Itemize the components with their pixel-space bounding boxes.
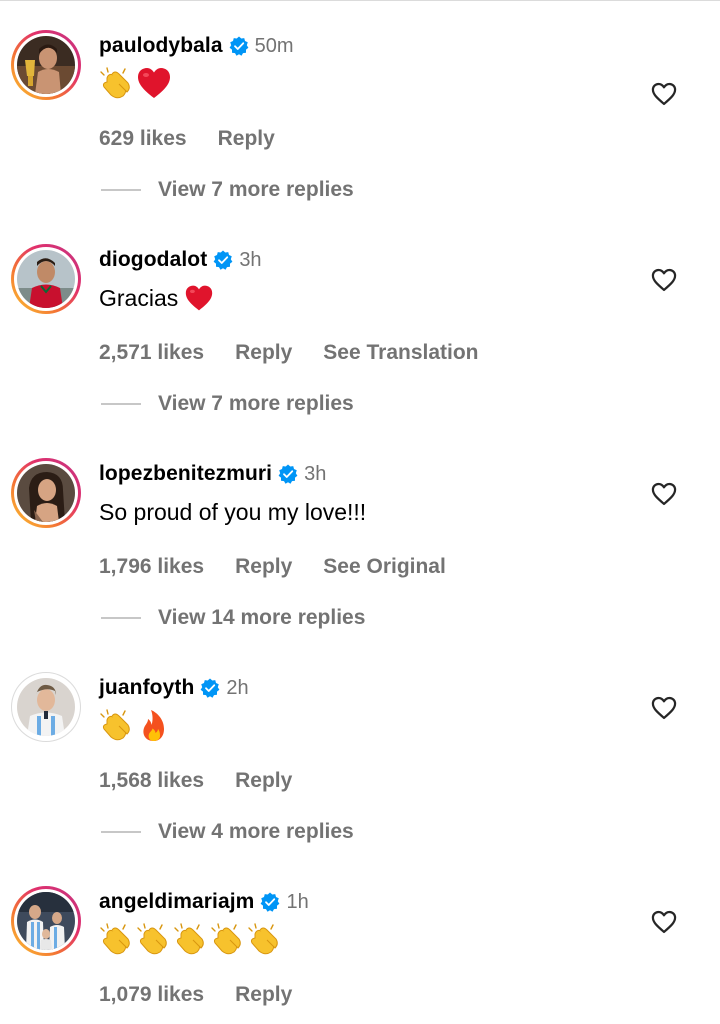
comment-angeldimariajm: angeldimariajm 1h 1,079 likes Reply [0,886,720,1006]
red-heart-icon [136,66,172,100]
replies-divider-line [101,403,141,405]
verified-badge-icon [213,250,233,270]
heart-outline-icon [651,82,677,106]
clapping-hands-icon [173,922,209,956]
avatar-image [17,36,75,94]
comment-text: So proud of you my love!!! [99,495,366,529]
view-replies-button[interactable]: View 7 more replies [101,175,354,205]
avatar-image [17,892,75,950]
reply-button[interactable]: Reply [218,127,275,151]
timestamp: 2h [226,676,249,699]
replies-divider-line [101,831,141,833]
reply-button[interactable]: Reply [235,555,292,579]
like-button[interactable] [650,80,678,108]
timestamp: 3h [304,462,327,485]
avatar[interactable] [11,244,81,314]
avatar[interactable] [11,886,81,956]
avatar[interactable] [11,458,81,528]
username[interactable]: paulodybala [99,34,223,58]
likes-count[interactable]: 1,796 likes [99,555,204,579]
view-replies-label: View 7 more replies [158,392,354,415]
clapping-hands-icon [136,922,172,956]
username[interactable]: juanfoyth [99,676,194,700]
like-button[interactable] [650,480,678,508]
heart-outline-icon [651,482,677,506]
like-button[interactable] [650,694,678,722]
clapping-hands-icon [247,922,283,956]
see-original-button[interactable]: See Original [323,555,446,579]
reply-button[interactable]: Reply [235,341,292,365]
username[interactable]: angeldimariajm [99,890,254,914]
view-replies-button[interactable]: View 14 more replies [101,603,365,633]
view-replies-button[interactable]: View 7 more replies [101,389,354,419]
comment-meta: 629 likes Reply [99,124,306,154]
timestamp: 3h [239,248,262,271]
comment-meta: 2,571 likes Reply See Translation [99,338,510,368]
comment-body: So proud of you my love!!! [99,499,367,525]
like-button[interactable] [650,266,678,294]
likes-count[interactable]: 629 likes [99,127,187,151]
comment-lopezbenitezmuri: lopezbenitezmuri 3h So proud of you my l… [0,458,720,578]
likes-count[interactable]: 1,079 likes [99,983,204,1007]
red-heart-icon [184,284,214,312]
clapping-hands-icon [210,922,246,956]
comment-emojis [99,63,173,103]
username[interactable]: diogodalot [99,248,207,272]
comment-emojis [99,705,173,745]
comment-juanfoyth: juanfoyth 2h 1,568 likes Reply [0,672,720,792]
view-replies-button[interactable]: View 4 more replies [101,817,354,847]
avatar-image [17,678,75,736]
clapping-hands-icon [99,922,135,956]
avatar[interactable] [11,30,81,100]
comment-text: Gracias [99,281,214,315]
likes-count[interactable]: 2,571 likes [99,341,204,365]
comment-body: Gracias [99,285,179,311]
see-translation-button[interactable]: See Translation [323,341,478,365]
verified-badge-icon [229,36,249,56]
like-button[interactable] [650,908,678,936]
comment-meta: 1,079 likes Reply [99,980,323,1010]
heart-outline-icon [651,268,677,292]
timestamp: 50m [254,34,294,57]
view-replies-label: View 14 more replies [158,606,366,629]
likes-count[interactable]: 1,568 likes [99,769,204,793]
avatar-image [17,464,75,522]
heart-outline-icon [651,910,677,934]
replies-divider-line [101,189,141,191]
clapping-hands-icon [99,708,135,742]
timestamp: 1h [286,890,309,913]
username[interactable]: lopezbenitezmuri [99,462,272,486]
comment-paulodybala: paulodybala 50m 629 likes Reply [0,30,720,150]
comment-list: paulodybala 50m 629 likes Reply View 7 m… [0,0,720,1024]
fire-icon [136,708,172,742]
heart-outline-icon [651,696,677,720]
view-replies-label: View 7 more replies [158,178,354,201]
comment-meta: 1,568 likes Reply [99,766,323,796]
comment-diogodalot: diogodalot 3h Gracias 2,571 likes Reply … [0,244,720,364]
comment-meta: 1,796 likes Reply See Original [99,552,477,582]
verified-badge-icon [200,678,220,698]
avatar-image [17,250,75,308]
clapping-hands-icon [99,66,135,100]
reply-button[interactable]: Reply [235,983,292,1007]
comment-emojis [99,919,284,959]
reply-button[interactable]: Reply [235,769,292,793]
view-replies-label: View 4 more replies [158,820,354,843]
replies-divider-line [101,617,141,619]
verified-badge-icon [278,464,298,484]
verified-badge-icon [260,892,280,912]
avatar[interactable] [11,672,81,742]
